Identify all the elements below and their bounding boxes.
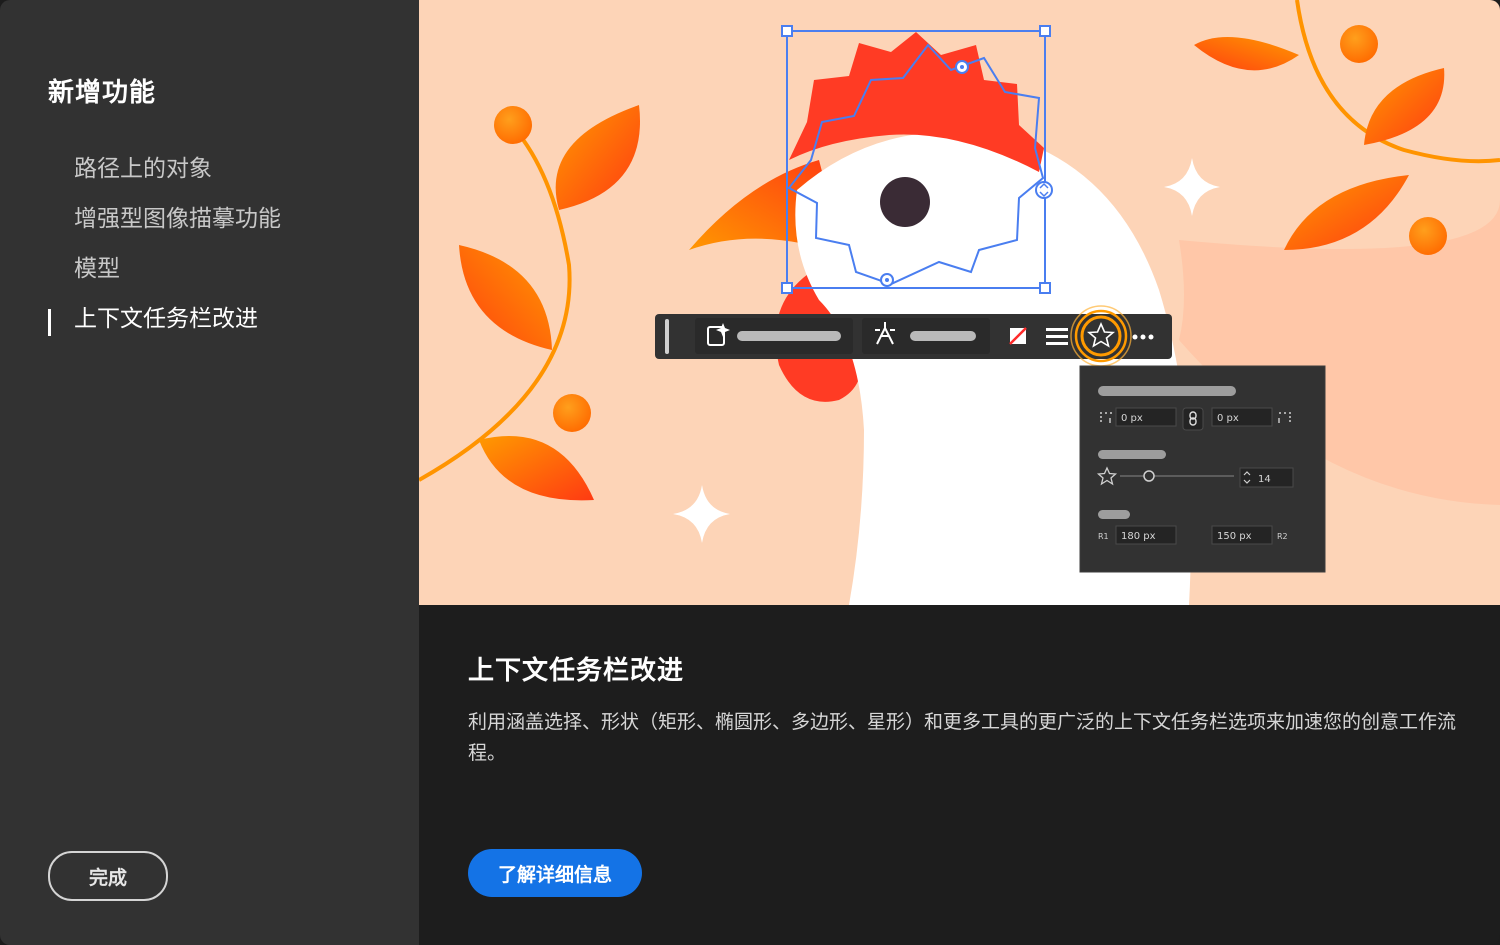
sparkle-icon — [673, 485, 730, 543]
offset-left-value: 0 px — [1121, 413, 1143, 424]
star-options-panel: 0 px 0 px 14 R1 180 px 150 px R2 — [1079, 365, 1326, 573]
feature-details: 上下文任务栏改进 利用涵盖选择、形状（矩形、椭圆形、多边形、星形）和更多工具的更… — [419, 605, 1500, 945]
r1-label: R1 — [1098, 532, 1109, 541]
points-value: 14 — [1258, 474, 1271, 485]
feature-title: 上下文任务栏改进 — [468, 656, 685, 686]
feature-nav: 路径上的对象 增强型图像描摹功能 模型 上下文任务栏改进 — [48, 148, 388, 348]
sidebar-item-label: 模型 — [74, 256, 120, 282]
resize-handle[interactable] — [781, 282, 793, 294]
r2-value: 150 px — [1217, 531, 1252, 542]
rooster-eye — [880, 177, 930, 227]
r1-value: 180 px — [1121, 531, 1156, 542]
offset-right-value: 0 px — [1217, 413, 1239, 424]
sidebar-item-label: 上下文任务栏改进 — [74, 306, 258, 332]
feature-description: 利用涵盖选择、形状（矩形、椭圆形、多边形、星形）和更多工具的更广泛的上下文任务栏… — [468, 711, 1457, 764]
sidebar-item-mockup[interactable]: 模型 — [48, 248, 388, 298]
sidebar-item-contextual-taskbar[interactable]: 上下文任务栏改进 — [48, 298, 388, 348]
taskbar-button-recolor[interactable] — [862, 318, 990, 354]
feature-illustration: 0 px 0 px 14 R1 180 px 150 px R2 — [419, 0, 1500, 605]
sidebar: 新增功能 路径上的对象 增强型图像描摹功能 模型 上下文任务栏改进 完成 — [0, 0, 419, 945]
whats-new-dialog: 新增功能 路径上的对象 增强型图像描摹功能 模型 上下文任务栏改进 完成 0 p… — [0, 0, 1500, 945]
contextual-taskbar — [655, 305, 1172, 367]
sparkle-icon — [1164, 158, 1220, 216]
left-branch — [419, 105, 640, 501]
fill-none-swatch[interactable] — [1009, 327, 1027, 345]
sidebar-item-image-trace[interactable]: 增强型图像描摹功能 — [48, 198, 388, 248]
sidebar-item-objects-on-path[interactable]: 路径上的对象 — [48, 148, 388, 198]
right-branch — [1194, 0, 1500, 255]
resize-handle[interactable] — [1039, 282, 1051, 294]
points-slider-handle[interactable] — [1143, 470, 1155, 482]
resize-handle[interactable] — [781, 25, 793, 37]
learn-more-button[interactable]: 了解详细信息 — [468, 849, 642, 897]
resize-handle[interactable] — [1039, 25, 1051, 37]
r2-label: R2 — [1277, 532, 1288, 541]
sidebar-item-label: 增强型图像描摹功能 — [74, 206, 281, 232]
sidebar-title: 新增功能 — [48, 78, 157, 108]
sidebar-item-label: 路径上的对象 — [74, 156, 212, 182]
taskbar-button-generate[interactable] — [695, 318, 853, 354]
done-button[interactable]: 完成 — [48, 851, 168, 901]
stroke-lines-icon[interactable] — [1046, 328, 1068, 345]
rooster-illustration: 0 px 0 px 14 R1 180 px 150 px R2 — [419, 0, 1500, 605]
drag-handle[interactable] — [665, 319, 669, 354]
more-options-icon[interactable] — [1132, 334, 1154, 340]
active-indicator — [48, 309, 51, 336]
